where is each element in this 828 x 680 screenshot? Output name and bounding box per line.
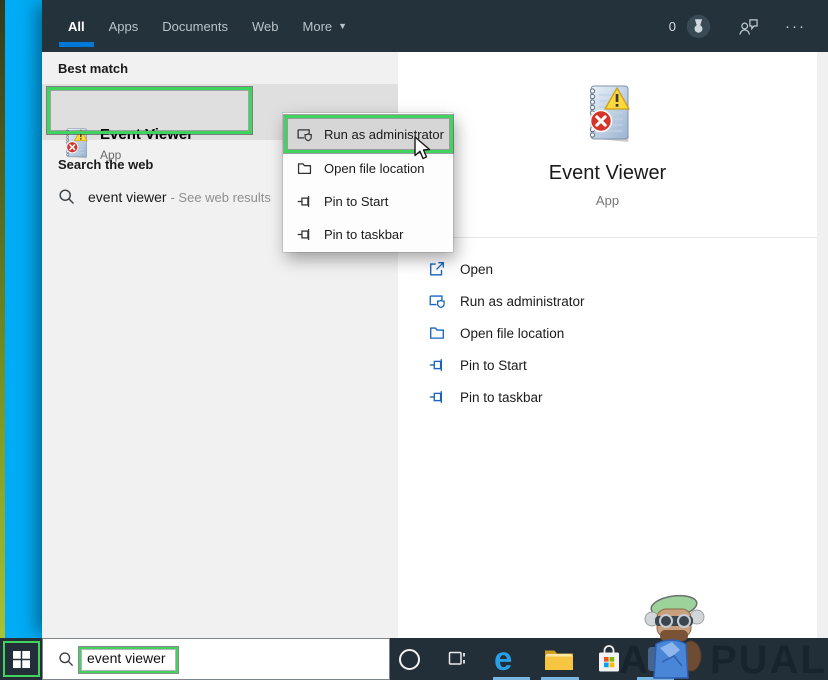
menu-item-label: Pin to taskbar bbox=[324, 227, 404, 242]
search-input-value[interactable]: event viewer bbox=[87, 650, 166, 666]
more-options-icon[interactable]: ··· bbox=[785, 18, 806, 35]
header-right-icons: 0 ··· bbox=[669, 0, 806, 52]
rewards-indicator[interactable]: 0 bbox=[669, 13, 712, 40]
event-viewer-icon-large bbox=[588, 84, 631, 144]
action-open-file-location[interactable]: Open file location bbox=[398, 317, 817, 349]
mouse-cursor bbox=[414, 136, 431, 160]
medal-icon bbox=[686, 14, 711, 38]
tab-more[interactable]: More ▼ bbox=[303, 0, 348, 52]
desktop-right-strip bbox=[817, 52, 828, 638]
menu-item-label: Open file location bbox=[324, 161, 425, 176]
best-match-title: Event Viewer bbox=[100, 126, 194, 143]
pin-icon bbox=[429, 358, 442, 372]
edge-icon[interactable]: e bbox=[494, 640, 512, 678]
action-run-as-admin-label: Run as administrator bbox=[460, 293, 585, 309]
tab-apps[interactable]: Apps bbox=[109, 0, 139, 52]
web-result-suffix-text: - See web results bbox=[170, 190, 271, 205]
action-open-file-location-label: Open file location bbox=[460, 325, 565, 341]
action-pin-to-start[interactable]: Pin to Start bbox=[398, 349, 817, 381]
search-icon bbox=[59, 652, 74, 667]
pin-icon bbox=[429, 390, 442, 404]
search-flyout: All Apps Documents Web More ▼ 0 ··· Best… bbox=[42, 0, 828, 638]
menu-item-pin-to-start[interactable]: Pin to Start bbox=[283, 185, 453, 218]
desktop-wallpaper bbox=[5, 0, 42, 638]
open-icon bbox=[430, 262, 444, 276]
menu-item-label: Pin to Start bbox=[324, 194, 389, 209]
run-as-admin-icon bbox=[429, 295, 445, 309]
context-menu: Run as administrator Open file location … bbox=[283, 113, 453, 252]
pin-icon bbox=[297, 228, 310, 241]
taskbar-search-box[interactable]: event viewer bbox=[42, 638, 390, 680]
preview-divider bbox=[437, 237, 817, 238]
rewards-count: 0 bbox=[668, 18, 676, 34]
windows-logo-icon bbox=[12, 650, 30, 668]
web-result-query: event viewer bbox=[88, 189, 167, 205]
appuals-mascot bbox=[644, 594, 705, 679]
preview-app-name: Event Viewer bbox=[548, 162, 667, 184]
action-run-as-admin[interactable]: Run as administrator bbox=[398, 285, 817, 317]
appuals-watermark-suffix: PUALS bbox=[710, 638, 828, 680]
preview-app-type: App bbox=[595, 193, 620, 208]
windows-search-screen: All Apps Documents Web More ▼ 0 ··· Best… bbox=[0, 0, 828, 680]
menu-item-pin-to-taskbar[interactable]: Pin to taskbar bbox=[283, 218, 453, 251]
task-view-icon[interactable] bbox=[447, 648, 467, 668]
action-open[interactable]: Open bbox=[398, 253, 817, 285]
chevron-down-icon: ▼ bbox=[338, 21, 348, 31]
search-icon bbox=[59, 189, 75, 205]
tab-documents[interactable]: Documents bbox=[162, 0, 228, 52]
pin-icon bbox=[297, 195, 310, 208]
action-pin-to-taskbar-label: Pin to taskbar bbox=[460, 389, 543, 405]
cortana-icon[interactable] bbox=[399, 649, 420, 670]
action-pin-to-taskbar[interactable]: Pin to taskbar bbox=[398, 381, 817, 413]
folder-icon bbox=[297, 163, 312, 174]
action-open-label: Open bbox=[460, 261, 494, 277]
tab-all[interactable]: All bbox=[59, 0, 94, 52]
search-header: All Apps Documents Web More ▼ 0 ··· bbox=[42, 0, 828, 52]
action-pin-to-start-label: Pin to Start bbox=[460, 357, 527, 373]
feedback-icon[interactable] bbox=[738, 17, 759, 36]
tab-web[interactable]: Web bbox=[252, 0, 279, 52]
preview-panel: Event Viewer App Open Run as administrat… bbox=[398, 52, 817, 638]
search-web-header: Search the web bbox=[58, 157, 154, 172]
folder-icon bbox=[430, 327, 444, 339]
tab-more-label: More bbox=[302, 18, 333, 34]
event-viewer-icon bbox=[65, 127, 88, 160]
file-explorer-icon[interactable] bbox=[544, 648, 574, 672]
start-button[interactable] bbox=[0, 638, 42, 680]
search-filter-tabs: All Apps Documents Web More ▼ bbox=[42, 0, 347, 52]
run-as-admin-icon bbox=[297, 128, 312, 141]
best-match-header: Best match bbox=[58, 61, 129, 76]
